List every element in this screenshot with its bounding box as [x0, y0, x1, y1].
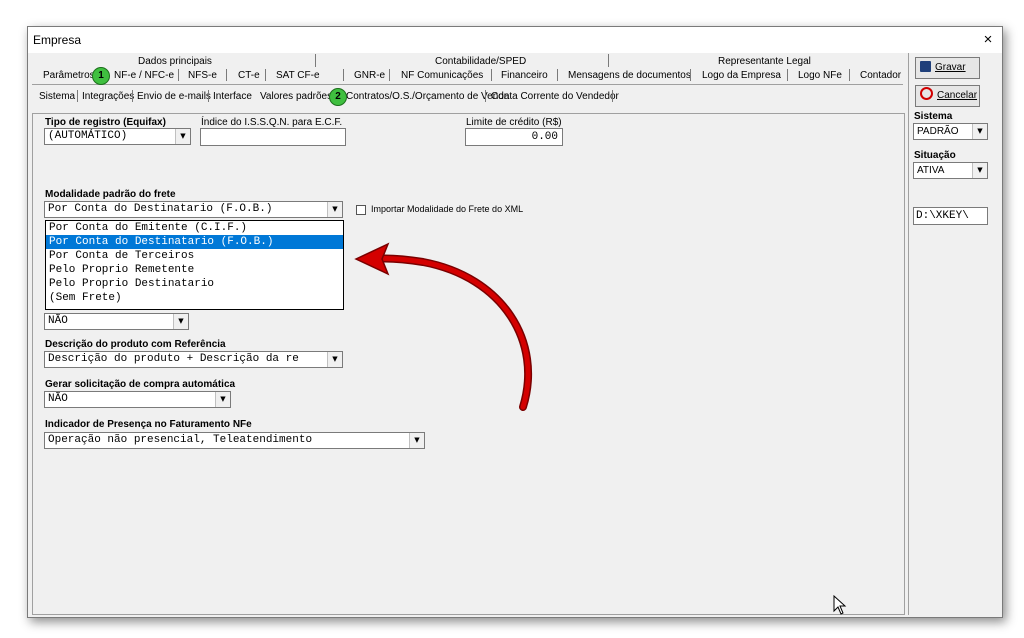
mouse-cursor-icon — [833, 595, 847, 615]
gravar-button[interactable]: Gravar — [915, 57, 980, 79]
tab-nf-comunicacoes[interactable]: NF Comunicações — [401, 70, 483, 81]
annotation-arrow-icon — [354, 242, 533, 411]
tab-nfse[interactable]: NFS-e — [188, 70, 217, 81]
tab-sistema[interactable]: Sistema — [39, 91, 75, 102]
tab-cte[interactable]: CT-e — [238, 70, 260, 81]
sistema-combo[interactable]: PADRÃO ▼ — [913, 123, 988, 140]
dropdown-option[interactable]: Pelo Proprio Remetente — [46, 263, 343, 277]
importar-modalidade-label: Importar Modalidade do Frete do XML — [371, 204, 524, 214]
indicador-presenca-combo[interactable]: Operação não presencial, Teleatendimento… — [44, 432, 425, 449]
indice-issqn-input[interactable] — [200, 128, 346, 146]
tab-group-representante-legal: Representante Legal — [718, 56, 811, 67]
chevron-down-icon: ▼ — [409, 433, 424, 448]
tab-parametros[interactable]: Parâmetros — [43, 70, 95, 81]
importar-modalidade-checkbox[interactable] — [356, 205, 366, 215]
chevron-down-icon: ▼ — [175, 129, 190, 144]
gerar-solicitacao-combo[interactable]: NÃO ▼ — [44, 391, 231, 408]
sistema-label: Sistema — [914, 111, 953, 122]
gerar-solicitacao-label: Gerar solicitação de compra automática — [45, 379, 236, 390]
tab-group-contabilidade-sped: Contabilidade/SPED — [435, 56, 527, 67]
chevron-down-icon: ▼ — [327, 202, 342, 217]
step-badge-2: 2 — [329, 88, 347, 106]
tab-financeiro[interactable]: Financeiro — [501, 70, 548, 81]
window-title: Empresa — [33, 33, 82, 47]
modalidade-frete-combo[interactable]: Por Conta do Destinatario (F.O.B.) ▼ — [44, 201, 343, 218]
chevron-down-icon: ▼ — [173, 314, 188, 329]
tab-logo-nfe[interactable]: Logo NFe — [798, 70, 842, 81]
tab-contador[interactable]: Contador — [860, 70, 901, 81]
dropdown-option[interactable]: (Sem Frete) — [46, 291, 343, 305]
tab-mensagens-documentos[interactable]: Mensagens de documentos — [568, 70, 691, 81]
nao-combo[interactable]: NÃO ▼ — [44, 313, 189, 330]
dropdown-option[interactable]: Por Conta do Emitente (C.I.F.) — [46, 221, 343, 235]
empresa-window: Empresa × Dados principais Contabilidade… — [27, 26, 1003, 618]
tab-conta-corrente-vendedor[interactable]: Conta Corrente do Vendedor — [491, 91, 619, 102]
tab-nfe-nfce[interactable]: NF-e / NFC-e — [114, 70, 174, 81]
tab-interface[interactable]: Interface — [213, 91, 252, 102]
tab-envio-emails[interactable]: Envio de e-mails — [137, 91, 211, 102]
modalidade-frete-label: Modalidade padrão do frete — [45, 189, 176, 200]
chevron-down-icon: ▼ — [972, 124, 987, 139]
chevron-down-icon: ▼ — [215, 392, 230, 407]
situacao-combo[interactable]: ATIVA ▼ — [913, 162, 988, 179]
group-separator — [315, 54, 316, 67]
tab-logo-empresa[interactable]: Logo da Empresa — [702, 70, 781, 81]
descricao-produto-label: Descrição do produto com Referência — [45, 339, 226, 350]
tipo-registro-label: Tipo de registro (Equifax) — [45, 117, 166, 128]
step-badge-1: 1 — [92, 67, 110, 85]
tab-valores-padroes[interactable]: Valores padrões — [260, 91, 332, 102]
tipo-registro-combo[interactable]: (AUTOMÁTICO) ▼ — [44, 128, 191, 145]
group-separator — [608, 54, 609, 67]
tab-sat-cfe[interactable]: SAT CF-e — [276, 70, 320, 81]
tab-group-dados-principais: Dados principais — [138, 56, 212, 67]
limite-credito-input[interactable]: 0.00 — [465, 128, 563, 146]
indicador-presenca-label: Indicador de Presença no Faturamento NFe — [45, 419, 252, 430]
situacao-label: Situação — [914, 150, 956, 161]
title-bar: Empresa × — [28, 27, 1002, 53]
dropdown-option[interactable]: Por Conta de Terceiros — [46, 249, 343, 263]
cancel-icon — [920, 87, 933, 100]
cancelar-button[interactable]: Cancelar — [915, 85, 980, 107]
indice-issqn-label: Índice do I.S.S.Q.N. para E.C.F. — [201, 117, 343, 128]
modalidade-frete-dropdown: Por Conta do Emitente (C.I.F.) Por Conta… — [45, 220, 344, 310]
path-input[interactable]: D:\XKEY\ — [913, 207, 988, 225]
limite-credito-label: Limite de crédito (R$) — [466, 117, 562, 128]
close-icon[interactable]: × — [978, 30, 998, 50]
chevron-down-icon: ▼ — [972, 163, 987, 178]
dropdown-option-selected[interactable]: Por Conta do Destinatario (F.O.B.) — [46, 235, 343, 249]
tab-integracoes[interactable]: Integrações — [82, 91, 134, 102]
save-icon — [920, 61, 931, 72]
descricao-produto-combo[interactable]: Descrição do produto + Descrição da re ▼ — [44, 351, 343, 368]
tab-gnre[interactable]: GNR-e — [354, 70, 385, 81]
dropdown-option[interactable]: Pelo Proprio Destinatario — [46, 277, 343, 291]
